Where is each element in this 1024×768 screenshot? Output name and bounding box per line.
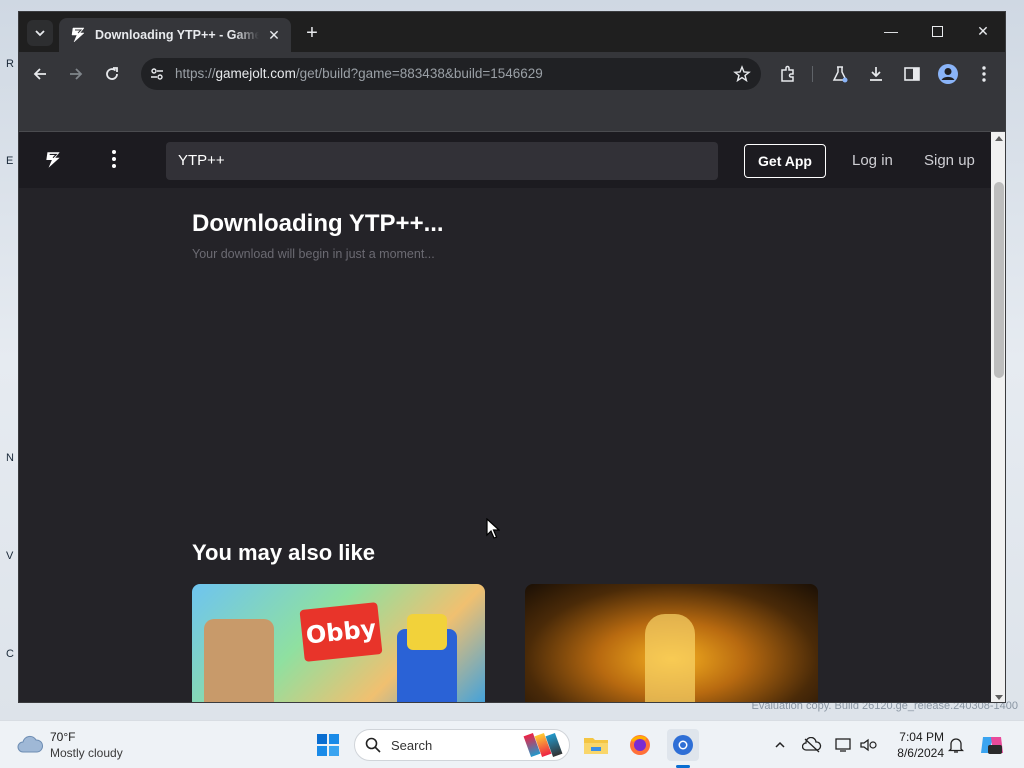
weather-widget[interactable]: 70°F Mostly cloudy <box>16 729 123 761</box>
new-tab-button[interactable]: + <box>299 20 325 46</box>
game-card-thumbnail[interactable]: Obby <box>192 584 485 702</box>
tab-bar: Downloading YTP++ - Game Jolt ✕ + — ✕ <box>19 12 1005 52</box>
signup-link[interactable]: Sign up <box>924 152 975 169</box>
page-scrollbar[interactable] <box>991 132 1005 702</box>
desktop-icon-label[interactable]: C <box>6 648 14 660</box>
browser-window: Downloading YTP++ - Game Jolt ✕ + — ✕ ht… <box>18 11 1006 703</box>
tab-active[interactable]: Downloading YTP++ - Game Jolt ✕ <box>59 18 291 52</box>
clock-time: 7:04 PM <box>899 730 944 744</box>
chrome-icon[interactable] <box>667 729 699 761</box>
reload-icon <box>106 67 118 80</box>
desktop-icon-label[interactable]: N <box>6 452 14 464</box>
search-icon <box>365 737 381 753</box>
desktop-icon-label[interactable]: R <box>6 58 14 70</box>
card-figure <box>645 614 695 702</box>
bookmark-star-icon[interactable] <box>733 65 751 88</box>
weather-desc: Mostly cloudy <box>50 746 123 760</box>
onedrive-offline-icon[interactable] <box>796 729 828 761</box>
desktop-icon-label[interactable]: E <box>6 155 13 167</box>
url-scheme: https:// <box>175 66 216 81</box>
browser-menu-button[interactable] <box>971 61 997 87</box>
chevron-up-icon[interactable] <box>764 729 796 761</box>
taskbar: 70°F Mostly cloudy Search 7:04 PM 8/6/20… <box>0 720 1024 768</box>
volume-muted-icon[interactable] <box>852 729 884 761</box>
profile-button[interactable] <box>935 61 961 87</box>
address-bar[interactable]: https://gamejolt.com/get/build?game=8834… <box>141 58 761 90</box>
login-link[interactable]: Log in <box>852 152 893 169</box>
scroll-up-icon[interactable] <box>995 136 1003 141</box>
puzzle-icon <box>781 65 794 82</box>
maximize-button[interactable] <box>917 18 957 44</box>
arrow-left-icon <box>33 68 46 80</box>
game-card-thumbnail[interactable] <box>525 584 818 702</box>
url-host: gamejolt.com <box>215 66 296 81</box>
kebab-menu-icon <box>982 66 986 82</box>
avatar-icon <box>938 64 958 84</box>
weather-temp: 70°F <box>50 730 76 744</box>
gamejolt-favicon-icon <box>69 26 87 44</box>
system-clock[interactable]: 7:04 PM 8/6/2024 <box>886 729 944 761</box>
start-button[interactable] <box>312 729 344 761</box>
maximize-icon <box>931 25 943 37</box>
url-path: /get/build?game=883438&build=1546629 <box>295 66 543 81</box>
site-info-icon[interactable] <box>149 66 165 87</box>
info-bar <box>19 96 1005 132</box>
card-image-text: Obby <box>299 602 383 662</box>
chevron-down-icon <box>35 30 45 37</box>
card-character <box>204 619 274 702</box>
also-like-heading: You may also like <box>192 540 376 565</box>
flask-icon <box>832 66 848 83</box>
clock-date: 8/6/2024 <box>897 746 944 760</box>
file-explorer-icon[interactable] <box>580 729 612 761</box>
mouse-cursor-icon <box>486 517 501 545</box>
download-subtitle: Your download will begin in just a momen… <box>192 247 435 261</box>
bell-icon[interactable] <box>940 729 972 761</box>
taskbar-search-label: Search <box>391 737 433 753</box>
copilot-icon[interactable] <box>976 729 1008 761</box>
arrow-right-icon <box>70 68 83 80</box>
windows-logo-icon <box>317 734 339 756</box>
forward-button[interactable] <box>63 61 89 87</box>
window-close-button[interactable]: ✕ <box>963 18 1003 44</box>
scroll-down-icon[interactable] <box>995 695 1003 700</box>
browser-toolbar: https://gamejolt.com/get/build?game=8834… <box>19 52 1005 96</box>
web-page: YTP++ Get App Log in Sign up Downloading… <box>19 132 991 702</box>
search-highlight-icon <box>523 732 563 758</box>
site-search-input[interactable]: YTP++ <box>166 142 718 180</box>
gamejolt-logo-icon[interactable] <box>43 150 65 172</box>
desktop-icon-label[interactable]: V <box>6 550 13 562</box>
close-icon[interactable]: ✕ <box>265 26 283 44</box>
tab-title: Downloading YTP++ - Game Jolt <box>95 28 259 42</box>
taskbar-search[interactable]: Search <box>354 729 570 761</box>
labs-button[interactable] <box>827 61 853 87</box>
downloads-button[interactable] <box>863 61 889 87</box>
back-button[interactable] <box>27 61 53 87</box>
firefox-icon[interactable] <box>624 729 656 761</box>
tab-search-button[interactable] <box>27 20 53 46</box>
extensions-button[interactable] <box>775 61 801 87</box>
scroll-thumb[interactable] <box>994 182 1004 378</box>
toolbar-divider <box>812 66 813 82</box>
site-header: YTP++ Get App Log in Sign up <box>19 132 991 188</box>
url-text: https://gamejolt.com/get/build?game=8834… <box>175 58 543 90</box>
download-icon <box>870 67 882 81</box>
side-panel-button[interactable] <box>899 61 925 87</box>
minimize-button[interactable]: — <box>871 18 911 44</box>
reload-button[interactable] <box>99 61 125 87</box>
card-character <box>407 614 447 650</box>
get-app-button[interactable]: Get App <box>744 144 826 178</box>
site-menu-icon[interactable] <box>107 148 121 170</box>
cloud-icon <box>17 735 43 753</box>
side-panel-icon <box>904 67 920 81</box>
download-title: Downloading YTP++... <box>192 210 444 237</box>
